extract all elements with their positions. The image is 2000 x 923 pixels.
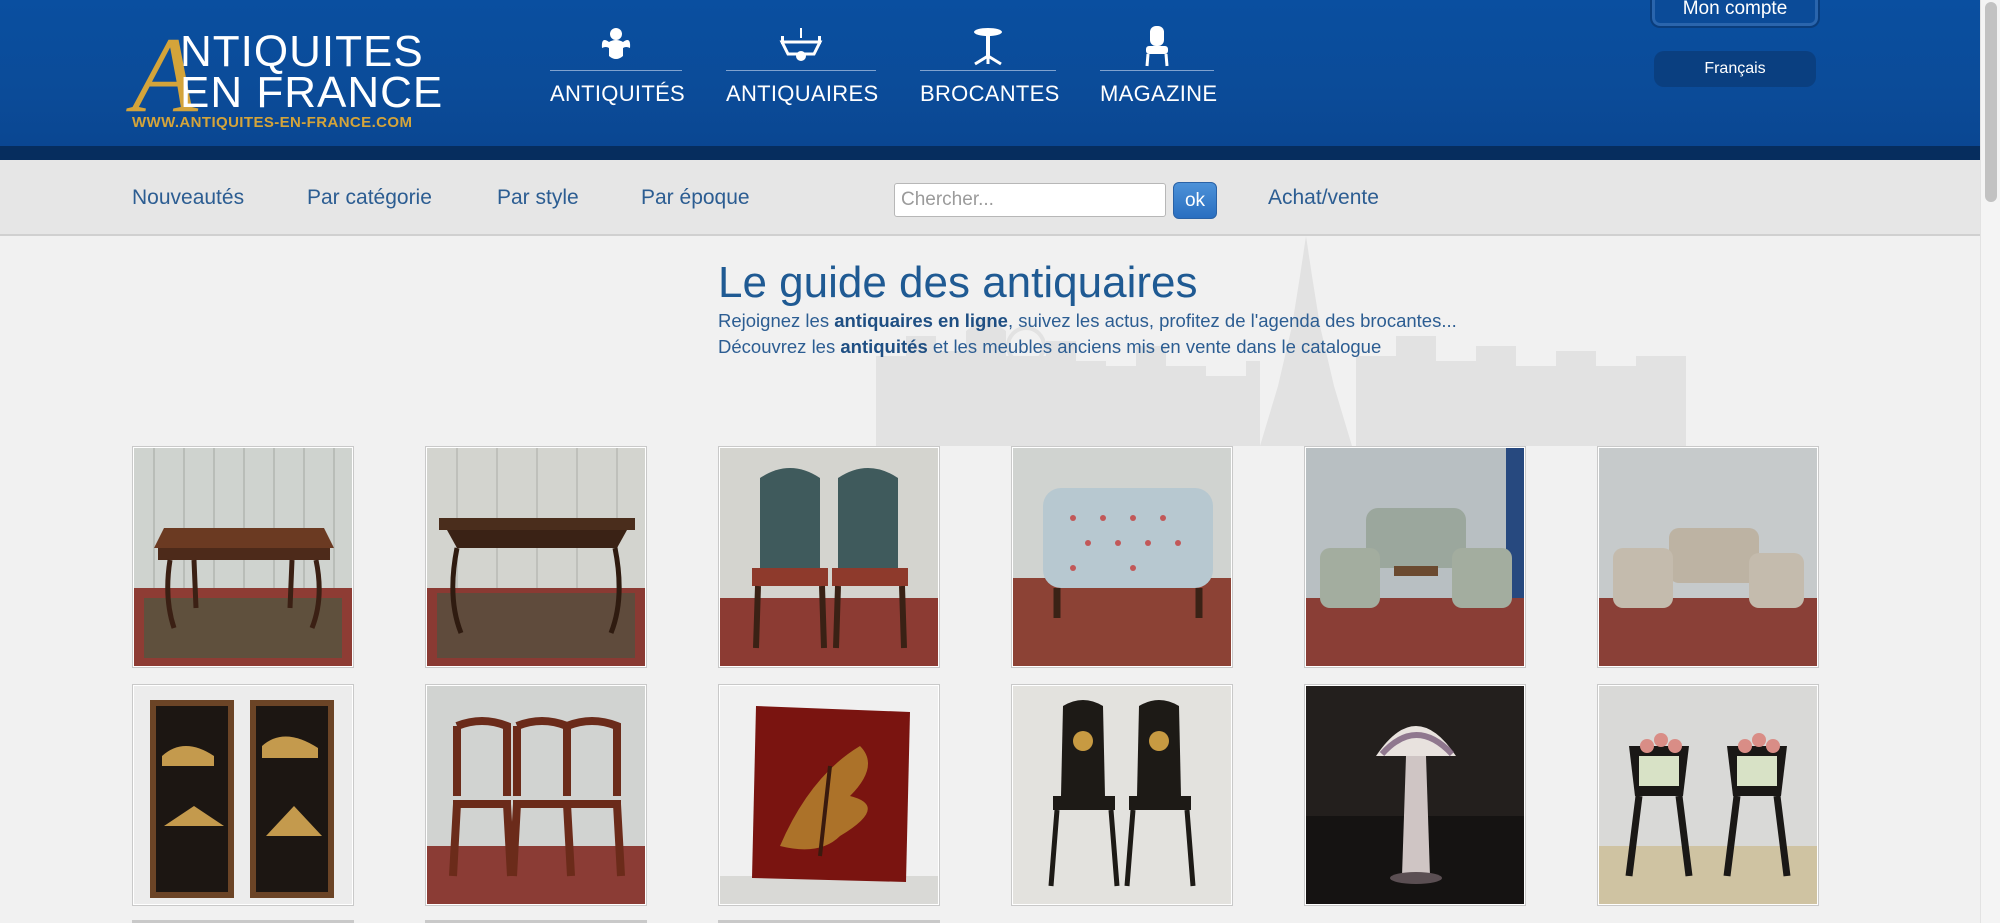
- subnav-nouveautes[interactable]: Nouveautés: [132, 186, 244, 210]
- logo-url: WWW.ANTIQUITES-EN-FRANCE.COM: [132, 114, 413, 131]
- subnav-par-style[interactable]: Par style: [497, 186, 579, 210]
- daybed-image: [1013, 448, 1231, 666]
- product-thumbnail[interactable]: [425, 684, 647, 906]
- sofa-set-image: [1599, 448, 1817, 666]
- guide-text: Rejoignez les: [718, 310, 835, 331]
- search-input[interactable]: [894, 183, 1166, 217]
- console-table-image: [427, 448, 645, 666]
- pedestal-table-icon: [920, 22, 1056, 70]
- mushroom-lamp-image: [1306, 686, 1524, 904]
- main-nav-antiquaires[interactable]: ANTIQUAIRES: [726, 22, 879, 112]
- product-thumbnail[interactable]: [718, 446, 940, 668]
- product-thumbnail[interactable]: [1304, 446, 1526, 668]
- product-thumbnail[interactable]: [718, 684, 940, 906]
- logo-line2: EN FRANCE: [180, 68, 444, 117]
- guide-text: Découvrez les: [718, 336, 841, 357]
- product-thumbnail[interactable]: [425, 446, 647, 668]
- main-nav-antiquites[interactable]: ANTIQUITÉS: [550, 22, 686, 112]
- product-thumbnail[interactable]: [1011, 684, 1233, 906]
- product-thumbnail[interactable]: [1597, 446, 1819, 668]
- cherub-icon: [550, 22, 682, 70]
- scrollbar-thumb[interactable]: [1985, 2, 1997, 202]
- lacquered-panels-image: [134, 686, 352, 904]
- search-ok-button[interactable]: ok: [1173, 182, 1217, 219]
- ceramic-planters-image: [1599, 686, 1817, 904]
- napoleon-chairs-image: [1013, 686, 1231, 904]
- guide-link-antiquaires[interactable]: antiquaires en ligne: [834, 310, 1008, 331]
- site-logo[interactable]: A NTIQUITES EN FRANCE WWW.ANTIQUITES-EN-…: [132, 22, 442, 132]
- main-nav-brocantes[interactable]: BROCANTES: [920, 22, 1060, 112]
- product-thumbnail[interactable]: [1011, 446, 1233, 668]
- main-nav-label: ANTIQUITÉS: [550, 81, 686, 106]
- red-lacquered-panel-image: [720, 686, 938, 904]
- product-thumbnail[interactable]: [1597, 684, 1819, 906]
- chandelier-icon: [726, 22, 876, 70]
- product-thumbnail[interactable]: [132, 446, 354, 668]
- guide-text: , suivez les actus, profitez de l'agenda…: [1007, 310, 1457, 331]
- site-header: A NTIQUITES EN FRANCE WWW.ANTIQUITES-EN-…: [0, 0, 1980, 160]
- guide-intro-line1: Rejoignez les antiquaires en ligne, suiv…: [718, 310, 1457, 332]
- bistro-chairs-image: [427, 686, 645, 904]
- guide-intro-line2: Découvrez les antiquités et les meubles …: [718, 336, 1381, 358]
- language-select[interactable]: Français: [1654, 51, 1816, 87]
- parquetry-table-image: [134, 448, 352, 666]
- product-thumbnail[interactable]: [1304, 684, 1526, 906]
- guide-text: et les meubles anciens mis en vente dans…: [927, 336, 1382, 357]
- subnav-par-categorie[interactable]: Par catégorie: [307, 186, 432, 210]
- armchair-icon: [1100, 22, 1214, 70]
- header-stripe: [0, 146, 1980, 160]
- product-thumbnail[interactable]: [132, 684, 354, 906]
- vertical-scrollbar[interactable]: [1980, 0, 2000, 923]
- subnav-par-epoque[interactable]: Par époque: [641, 186, 750, 210]
- main-nav-label: ANTIQUAIRES: [726, 81, 879, 106]
- subnav-achat-vente[interactable]: Achat/vente: [1268, 186, 1379, 210]
- guide-link-antiquites[interactable]: antiquités: [840, 336, 927, 357]
- main-nav-label: MAGAZINE: [1100, 81, 1218, 106]
- main-nav-magazine[interactable]: MAGAZINE: [1100, 22, 1218, 112]
- account-button[interactable]: Mon compte: [1650, 0, 1820, 28]
- salon-set-image: [1306, 448, 1524, 666]
- main-nav: ANTIQUITÉS ANTIQUAIRES BROCANTES MAGAZIN…: [550, 22, 1258, 112]
- main-nav-label: BROCANTES: [920, 81, 1060, 106]
- upholstered-chairs-image: [720, 448, 938, 666]
- guide-title: Le guide des antiquaires: [718, 258, 1198, 307]
